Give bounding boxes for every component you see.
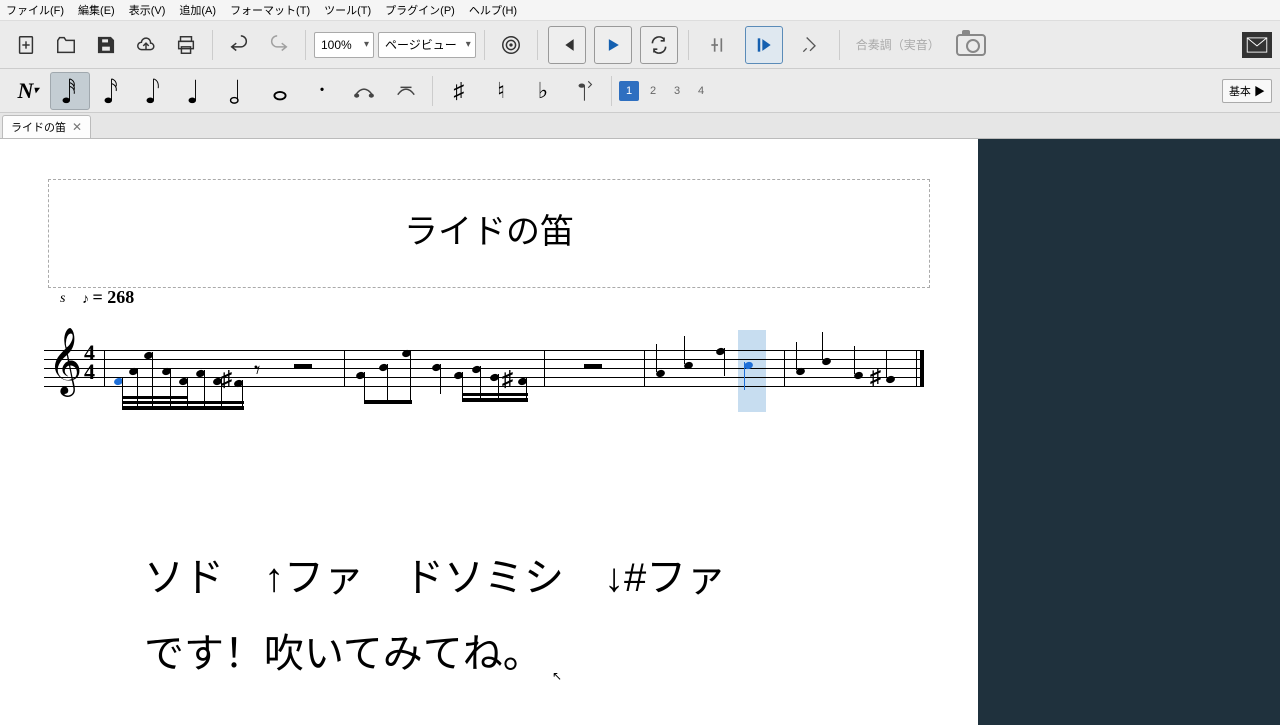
flip-stem-button[interactable] [565,72,605,110]
tempo-marking[interactable]: ♪ = 268 [82,287,134,308]
score-tab[interactable]: ライドの笛 ✕ [2,115,91,138]
note[interactable] [796,368,805,375]
annotation-line1: ソド ↑ファ ドソミシ ↓#ファ [144,540,934,616]
cloud-button[interactable] [128,27,164,63]
note-input-mode-button[interactable]: N▾ [8,72,48,110]
mouse-cursor-icon: ↖ [552,669,562,683]
duration-quarter-button[interactable] [176,72,216,110]
slur-button[interactable] [386,72,426,110]
tie-button[interactable] [344,72,384,110]
duration-whole-button[interactable] [260,72,300,110]
print-button[interactable] [168,27,204,63]
count-in-button[interactable] [745,26,783,64]
rewind-button[interactable] [548,26,586,64]
sharp-button[interactable]: ♯ [439,72,479,110]
duration-8th-button[interactable] [134,72,174,110]
barline [544,350,545,386]
palette-toggle-button[interactable]: 基本 ▶ [1222,79,1272,103]
menu-plugins[interactable]: プラグイン(P) [385,2,455,18]
voice-3-button[interactable]: 3 [667,81,687,101]
final-barline [920,350,924,386]
note[interactable] [854,372,863,379]
score-title[interactable]: ライドの笛 [59,204,919,253]
tab-label: ライドの笛 [11,119,66,135]
time-signature: 44 [84,344,95,381]
note[interactable] [656,370,665,377]
document-tabs: ライドの笛 ✕ [0,113,1280,139]
menu-bar: ファイル(F) 編集(E) 表示(V) 追加(A) フォーマット(T) ツール(… [0,0,1280,21]
flat-button[interactable]: ♭ [523,72,563,110]
duration-half-button[interactable] [218,72,258,110]
score-page[interactable]: ライドの笛 s ♪ = 268 𝄞 44 [0,139,978,725]
voice-4-button[interactable]: 4 [691,81,711,101]
mail-icon[interactable] [1242,32,1272,58]
menu-help[interactable]: ヘルプ(H) [469,2,517,18]
zoom-dropdown[interactable]: 100% [314,32,374,58]
menu-format[interactable]: フォーマット(T) [230,2,310,18]
main-toolbar: 100% ページビュー 合奏調（実音） [0,21,1280,69]
metronome-button[interactable] [699,26,737,64]
barline [644,350,645,386]
side-panel [978,139,1280,725]
duration-32nd-button[interactable] [50,72,90,110]
note[interactable] [684,362,693,369]
save-button[interactable] [88,27,124,63]
note-toolbar: N▾ · ♯ ♮ ♭ 1 2 3 4 基本 ▶ [0,69,1280,113]
dot-button[interactable]: · [302,72,342,110]
natural-button[interactable]: ♮ [481,72,521,110]
menu-view[interactable]: 表示(V) [129,2,166,18]
loop-button[interactable] [640,26,678,64]
tab-close-button[interactable]: ✕ [72,120,82,134]
barline [104,350,105,386]
menu-tools[interactable]: ツール(T) [324,2,371,18]
open-button[interactable] [48,27,84,63]
staff[interactable]: 𝄞 44 ♯ [44,330,934,420]
voice-2-button[interactable]: 2 [643,81,663,101]
new-score-button[interactable] [8,27,44,63]
sharp-accidental: ♯ [221,368,232,390]
sharp-accidental: ♯ [502,368,513,390]
voice-1-button[interactable]: 1 [619,81,639,101]
ensemble-tuning-input[interactable]: 合奏調（実音） [848,32,948,57]
undo-button[interactable] [221,27,257,63]
treble-clef: 𝄞 [48,332,82,390]
midi-input-button[interactable] [791,26,829,64]
concert-pitch-button[interactable] [493,27,529,63]
duration-16th-button[interactable] [92,72,132,110]
screenshot-button[interactable] [956,34,986,56]
note[interactable] [886,376,895,383]
rest[interactable] [584,364,602,369]
menu-file[interactable]: ファイル(F) [6,2,64,18]
note[interactable] [744,362,753,369]
note[interactable] [822,358,831,365]
text-annotation[interactable]: ソド ↑ファ ドソミシ ↓#ファ です！吹いてみてね。 [44,540,934,692]
barline [784,350,785,386]
menu-edit[interactable]: 編集(E) [78,2,115,18]
annotation-line2: です！吹いてみてね。 [144,616,934,692]
rest[interactable]: 𝄾 [254,358,260,385]
menu-add[interactable]: 追加(A) [179,2,216,18]
half-rest[interactable] [294,364,312,369]
instrument-label: s [60,291,65,307]
view-mode-dropdown[interactable]: ページビュー [378,32,476,58]
title-frame[interactable]: ライドの笛 [48,179,930,288]
barline [344,350,345,386]
staff-lines [44,350,924,395]
redo-button[interactable] [261,27,297,63]
workspace: ライドの笛 s ♪ = 268 𝄞 44 [0,139,1280,725]
play-button[interactable] [594,26,632,64]
sharp-accidental: ♯ [870,366,881,388]
